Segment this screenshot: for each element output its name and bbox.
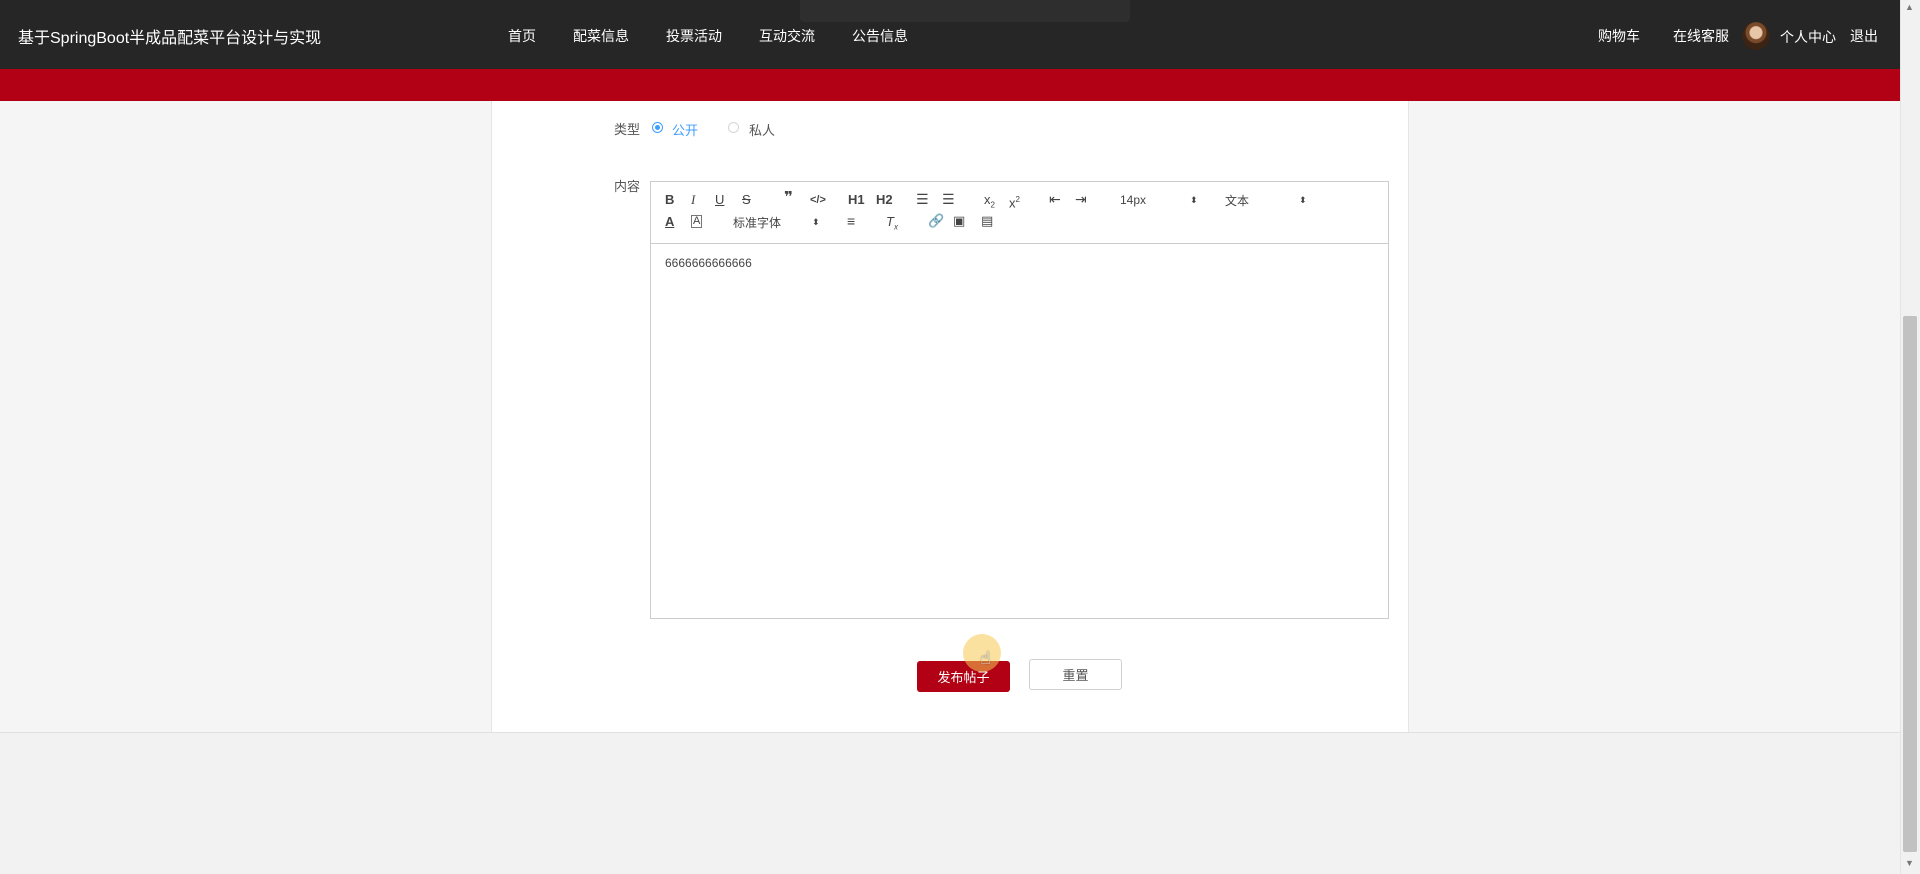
italic-icon[interactable]: I [691, 193, 695, 207]
font-size-select[interactable]: 14px ⬍ [1120, 193, 1200, 207]
nav-online-service[interactable]: 在线客服 [1673, 26, 1729, 46]
editor-content[interactable]: 6666666666666 [665, 256, 752, 270]
underline-icon[interactable]: U [715, 193, 724, 207]
hand-cursor-icon: ☝ [980, 648, 991, 668]
heading2-icon[interactable]: H2 [876, 193, 893, 207]
link-icon[interactable]: 🔗 [928, 214, 944, 228]
heading2-label: H2 [876, 192, 893, 207]
site-title[interactable]: 基于SpringBoot半成品配菜平台设计与实现 [18, 24, 321, 48]
clear-format-icon[interactable]: Tx [886, 215, 898, 235]
font-color-icon[interactable]: A [665, 215, 674, 229]
nav-profile[interactable]: 个人中心 [1780, 27, 1836, 47]
scrollbar-thumb[interactable] [1903, 316, 1917, 852]
nav-home[interactable]: 首页 [508, 26, 536, 46]
indent-icon[interactable]: ⇥ [1075, 192, 1087, 206]
type-label: 类型 [614, 122, 641, 137]
radio-public-label[interactable]: 公开 [672, 120, 698, 139]
code-block-icon[interactable]: </> [810, 193, 826, 207]
outdent-icon[interactable]: ⇤ [1049, 192, 1061, 206]
scroll-up-arrow-icon[interactable]: ▲ [1905, 2, 1914, 12]
heading-mode-value: 文本 [1225, 194, 1250, 208]
subscript-icon[interactable]: x2 [984, 193, 995, 213]
editor-toolbar: B I U S ❞ </> H1 H2 ☰ ☰ x2 x2 ⇤ ⇥ 14px ⬍… [651, 182, 1388, 244]
bold-icon[interactable]: B [665, 193, 674, 207]
page-load-bar [800, 0, 1130, 22]
main-nav: 首页 配菜信息 投票活动 互动交流 公告信息 [508, 26, 945, 46]
radio-private-label[interactable]: 私人 [749, 120, 775, 139]
heading1-label: H1 [848, 192, 865, 207]
page-footer-area [0, 732, 1900, 873]
reset-button[interactable]: 重置 [1029, 659, 1122, 690]
nav-voting[interactable]: 投票活动 [666, 26, 722, 46]
left-gutter [0, 101, 491, 732]
font-family-select[interactable]: 标准字体 ⬍ [733, 214, 821, 231]
image-icon[interactable]: ▣ [953, 214, 965, 228]
nav-forum[interactable]: 互动交流 [759, 26, 815, 46]
font-size-value: 14px [1120, 193, 1147, 207]
nav-announcements[interactable]: 公告信息 [852, 26, 908, 46]
select-arrows-icon: ⬍ [1190, 195, 1198, 205]
user-avatar[interactable] [1742, 22, 1770, 50]
blockquote-icon[interactable]: ❞ [784, 190, 793, 205]
select-arrows-icon: ⬍ [1299, 195, 1307, 205]
ordered-list-icon[interactable]: ☰ [916, 192, 929, 206]
background-color-icon[interactable]: A [691, 215, 703, 228]
font-family-value: 标准字体 [733, 216, 782, 230]
align-icon[interactable]: ≡ [847, 214, 855, 228]
superscript-icon[interactable]: x2 [1009, 193, 1020, 210]
top-navbar: 基于SpringBoot半成品配菜平台设计与实现 首页 配菜信息 投票活动 互动… [0, 0, 1900, 69]
nav-dishes[interactable]: 配菜信息 [573, 26, 629, 46]
select-arrows-icon: ⬍ [812, 217, 820, 227]
nav-cart[interactable]: 购物车 [1598, 26, 1640, 46]
radio-private[interactable] [728, 122, 739, 133]
video-icon[interactable]: ▤ [981, 214, 993, 228]
bullet-list-icon[interactable]: ☰ [942, 192, 955, 206]
heading1-icon[interactable]: H1 [848, 193, 865, 207]
rich-text-editor: B I U S ❞ </> H1 H2 ☰ ☰ x2 x2 ⇤ ⇥ 14px ⬍… [650, 181, 1389, 619]
heading-mode-select[interactable]: 文本 ⬍ [1225, 192, 1309, 209]
right-gutter [1408, 101, 1900, 732]
radio-public[interactable] [652, 122, 663, 133]
content-label: 内容 [614, 179, 641, 194]
scroll-down-arrow-icon[interactable]: ▼ [1905, 858, 1914, 868]
header-accent-band [0, 69, 1900, 101]
nav-logout[interactable]: 退出 [1850, 26, 1878, 46]
strikethrough-icon[interactable]: S [742, 193, 751, 207]
